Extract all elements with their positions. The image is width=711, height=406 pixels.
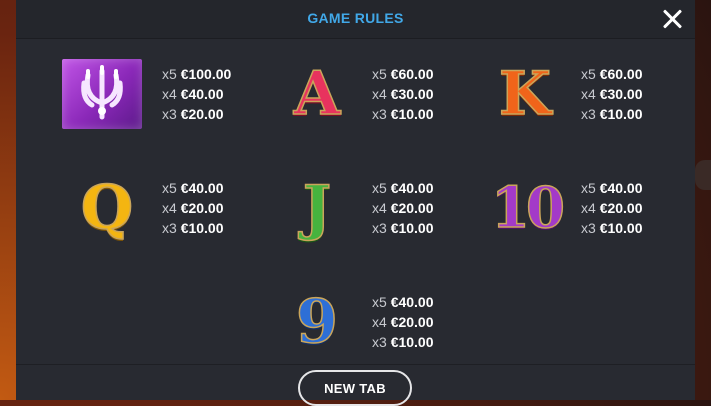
q-payouts: x5 €40.00 x4 €20.00 x3 €10.00 (162, 180, 224, 236)
j-payouts: x5 €40.00 x4 €20.00 x3 €10.00 (372, 180, 434, 236)
trident-icon (62, 59, 142, 129)
ten-symbol-icon: 10 (490, 175, 565, 241)
page-title: GAME RULES (307, 10, 404, 26)
ten-payouts: x5 €40.00 x4 €20.00 x3 €10.00 (581, 180, 643, 236)
a-symbol-icon: A (293, 59, 341, 129)
footer-divider (16, 364, 695, 365)
side-nav-handle[interactable] (695, 160, 711, 190)
trident-payouts: x5 €100.00 x4 €40.00 x3 €20.00 (162, 66, 232, 122)
header-bar: GAME RULES (16, 0, 695, 39)
k-symbol-icon: K (498, 59, 552, 129)
new-tab-button[interactable]: NEW TAB (298, 370, 412, 406)
j-symbol-icon: J (302, 173, 332, 243)
close-icon[interactable] (659, 6, 685, 32)
trident-symbol-icon (62, 59, 142, 129)
q-symbol-icon: Q (80, 173, 134, 243)
nine-payouts: x5 €40.00 x4 €20.00 x3 €10.00 (372, 294, 434, 350)
a-payouts: x5 €60.00 x4 €30.00 x3 €10.00 (372, 66, 434, 122)
nine-symbol-icon: 9 (295, 287, 338, 357)
k-payouts: x5 €60.00 x4 €30.00 x3 €10.00 (581, 66, 643, 122)
game-rules-panel: GAME RULES x5 €100.00 x4 €40.00 x3 €20.0… (16, 0, 695, 406)
